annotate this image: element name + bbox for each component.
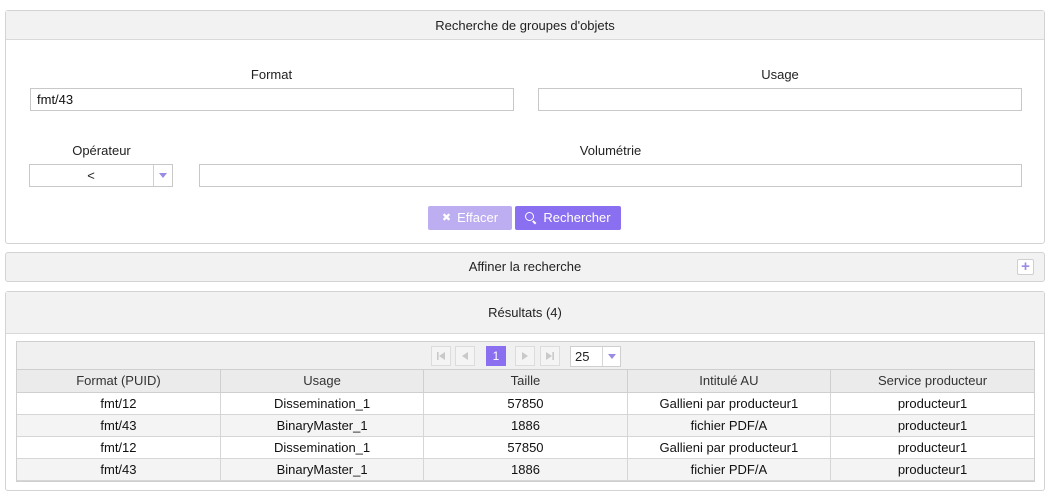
clear-button-label: Effacer (457, 210, 499, 225)
search-panel: Recherche de groupes d'objets Format Usa… (5, 10, 1045, 244)
table-row[interactable]: fmt/43 BinaryMaster_1 1886 fichier PDF/A… (17, 458, 1034, 481)
table-cell: Gallieni par producteur1 (627, 436, 832, 459)
clear-button[interactable]: ✖ Effacer (428, 206, 512, 230)
volume-label: Volumétrie (579, 143, 642, 158)
column-header[interactable]: Service producteur (830, 370, 1034, 393)
table-cell: BinaryMaster_1 (220, 458, 425, 481)
table-cell: 57850 (423, 436, 628, 459)
refine-panel[interactable]: Affiner la recherche + (5, 252, 1045, 282)
table-cell: producteur1 (830, 414, 1034, 437)
table-cell: fichier PDF/A (627, 414, 832, 437)
operator-value: < (87, 168, 95, 183)
column-header[interactable]: Format (PUID) (17, 370, 221, 393)
table-cell: 1886 (423, 414, 628, 437)
chevron-down-icon[interactable] (153, 165, 172, 186)
table-cell: producteur1 (830, 436, 1034, 459)
table-cell: Gallieni par producteur1 (627, 392, 832, 415)
table-cell: Dissemination_1 (220, 436, 425, 459)
volume-input[interactable] (199, 164, 1022, 187)
table-cell: producteur1 (830, 458, 1034, 481)
results-table: Format (PUID) Usage Taille Intitulé AU S… (17, 370, 1034, 481)
table-row[interactable]: fmt/12 Dissemination_1 57850 Gallieni pa… (17, 436, 1034, 459)
next-page-icon[interactable] (515, 346, 535, 366)
operator-select[interactable]: < (29, 164, 173, 187)
table-cell: fichier PDF/A (627, 458, 832, 481)
table-cell: producteur1 (830, 392, 1034, 415)
operator-label: Opérateur (72, 143, 131, 158)
results-panel: Résultats (4) 1 25 Format (PUID) Usage T… (5, 291, 1045, 491)
search-button-label: Rechercher (543, 210, 611, 225)
column-header[interactable]: Taille (423, 370, 628, 393)
table-cell: fmt/43 (17, 414, 221, 437)
chevron-down-icon[interactable] (602, 347, 620, 366)
table-header-row: Format (PUID) Usage Taille Intitulé AU S… (17, 370, 1034, 393)
previous-page-icon[interactable] (455, 346, 475, 366)
table-cell: Dissemination_1 (220, 392, 425, 415)
table-cell: 57850 (423, 392, 628, 415)
close-icon: ✖ (441, 212, 452, 224)
column-header[interactable]: Intitulé AU (627, 370, 832, 393)
plus-icon[interactable]: + (1017, 259, 1034, 275)
last-page-icon[interactable] (540, 346, 560, 366)
format-input[interactable] (30, 88, 514, 111)
column-header[interactable]: Usage (220, 370, 425, 393)
table-cell: 1886 (423, 458, 628, 481)
page-size-value: 25 (575, 349, 590, 364)
current-page-button[interactable]: 1 (486, 346, 506, 366)
search-icon (525, 212, 537, 224)
table-row[interactable]: fmt/12 Dissemination_1 57850 Gallieni pa… (17, 392, 1034, 415)
table-cell: fmt/12 (17, 392, 221, 415)
table-cell: BinaryMaster_1 (220, 414, 425, 437)
usage-input[interactable] (538, 88, 1022, 111)
table-cell: fmt/12 (17, 436, 221, 459)
search-button[interactable]: Rechercher (515, 206, 621, 230)
table-row[interactable]: fmt/43 BinaryMaster_1 1886 fichier PDF/A… (17, 414, 1034, 437)
first-page-icon[interactable] (431, 346, 451, 366)
page-size-select[interactable]: 25 (570, 346, 621, 367)
search-panel-title: Recherche de groupes d'objets (6, 11, 1044, 40)
refine-panel-title: Affiner la recherche (468, 259, 582, 274)
results-grid: 1 25 Format (PUID) Usage Taille Intitulé… (16, 341, 1035, 482)
results-panel-title: Résultats (4) (6, 292, 1044, 334)
table-cell: fmt/43 (17, 458, 221, 481)
pagination-bar: 1 25 (17, 342, 1034, 370)
usage-label: Usage (761, 67, 799, 82)
format-label: Format (250, 67, 293, 82)
